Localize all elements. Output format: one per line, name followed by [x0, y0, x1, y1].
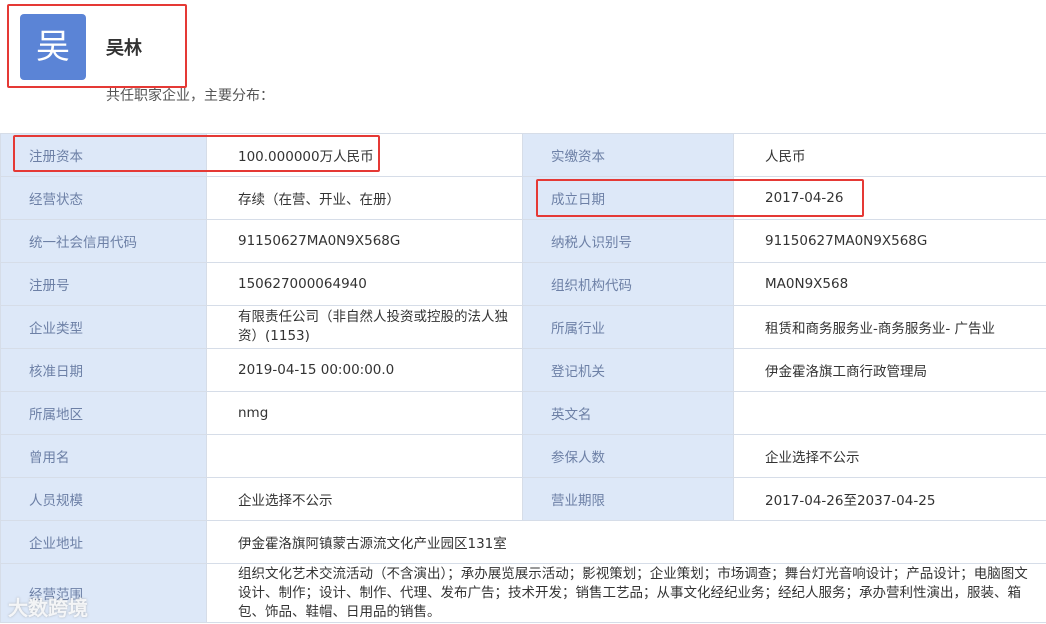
org-code-label: 组织机构代码 — [522, 262, 734, 306]
former-name-label: 曾用名 — [0, 434, 207, 478]
staff-size-label: 人员规模 — [0, 477, 207, 521]
region-label: 所属地区 — [0, 391, 207, 435]
person-subtitle: 共任职家企业，主要分布： — [106, 88, 274, 104]
staff-size-value: 企业选择不公示 — [206, 477, 523, 521]
registered-capital-label: 注册资本 — [0, 133, 207, 177]
table-row: 曾用名 参保人数 企业选择不公示 — [0, 434, 1046, 478]
table-row: 企业类型 有限责任公司（非自然人投资或控股的法人独资）(1153) 所属行业 租… — [0, 305, 1046, 349]
region-value: nmg — [206, 391, 523, 435]
table-row: 经营状态 存续（在营、开业、在册） 成立日期 2017-04-26 — [0, 176, 1046, 220]
approval-date-value: 2019-04-15 00:00:00.0 — [206, 348, 523, 392]
business-term-value: 2017-04-26至2037-04-25 — [733, 477, 1046, 521]
table-row: 人员规模 企业选择不公示 营业期限 2017-04-26至2037-04-25 — [0, 477, 1046, 521]
insured-count-label: 参保人数 — [522, 434, 734, 478]
english-name-value — [733, 391, 1046, 435]
operating-status-label: 经营状态 — [0, 176, 207, 220]
taxpayer-id-value: 91150627MA0N9X568G — [733, 219, 1046, 263]
insured-count-value: 企业选择不公示 — [733, 434, 1046, 478]
former-name-value — [206, 434, 523, 478]
person-header: 吴 吴林 共任职家企业，主要分布： — [0, 0, 1046, 132]
table-row: 统一社会信用代码 91150627MA0N9X568G 纳税人识别号 91150… — [0, 219, 1046, 263]
english-name-label: 英文名 — [522, 391, 734, 435]
table-row: 注册资本 100.000000万人民币 实缴资本 人民币 — [0, 133, 1046, 177]
reg-number-value: 150627000064940 — [206, 262, 523, 306]
business-scope-value: 组织文化艺术交流活动（不含演出）；承办展览展示活动；影视策划；企业策划；市场调查… — [206, 563, 1046, 623]
registration-authority-value: 伊金霍洛旗工商行政管理局 — [733, 348, 1046, 392]
address-label: 企业地址 — [0, 520, 207, 564]
credit-code-label: 统一社会信用代码 — [0, 219, 207, 263]
company-info-table: 注册资本 100.000000万人民币 实缴资本 人民币 经营状态 存续（在营、… — [0, 133, 1046, 623]
paid-in-capital-label: 实缴资本 — [522, 133, 734, 177]
industry-label: 所属行业 — [522, 305, 734, 349]
company-type-label: 企业类型 — [0, 305, 207, 349]
established-date-value: 2017-04-26 — [733, 176, 1046, 220]
paid-in-capital-value: 人民币 — [733, 133, 1046, 177]
credit-code-value: 91150627MA0N9X568G — [206, 219, 523, 263]
company-type-value: 有限责任公司（非自然人投资或控股的法人独资）(1153) — [206, 305, 523, 349]
table-row: 经营范围 组织文化艺术交流活动（不含演出）；承办展览展示活动；影视策划；企业策划… — [0, 563, 1046, 623]
table-row: 核准日期 2019-04-15 00:00:00.0 登记机关 伊金霍洛旗工商行… — [0, 348, 1046, 392]
registered-capital-value: 100.000000万人民币 — [206, 133, 523, 177]
industry-value: 租赁和商务服务业-商务服务业- 广告业 — [733, 305, 1046, 349]
address-value: 伊金霍洛旗阿镇蒙古源流文化产业园区131室 — [206, 520, 1046, 564]
taxpayer-id-label: 纳税人识别号 — [522, 219, 734, 263]
reg-number-label: 注册号 — [0, 262, 207, 306]
person-name[interactable]: 吴林 — [106, 34, 142, 60]
approval-date-label: 核准日期 — [0, 348, 207, 392]
business-term-label: 营业期限 — [522, 477, 734, 521]
avatar: 吴 — [20, 14, 86, 80]
registration-authority-label: 登记机关 — [522, 348, 734, 392]
operating-status-value: 存续（在营、开业、在册） — [206, 176, 523, 220]
watermark-text: 大数跨境 — [8, 596, 88, 620]
table-row: 注册号 150627000064940 组织机构代码 MA0N9X568 — [0, 262, 1046, 306]
established-date-label: 成立日期 — [522, 176, 734, 220]
table-row: 所属地区 nmg 英文名 — [0, 391, 1046, 435]
table-row: 企业地址 伊金霍洛旗阿镇蒙古源流文化产业园区131室 — [0, 520, 1046, 564]
org-code-value: MA0N9X568 — [733, 262, 1046, 306]
